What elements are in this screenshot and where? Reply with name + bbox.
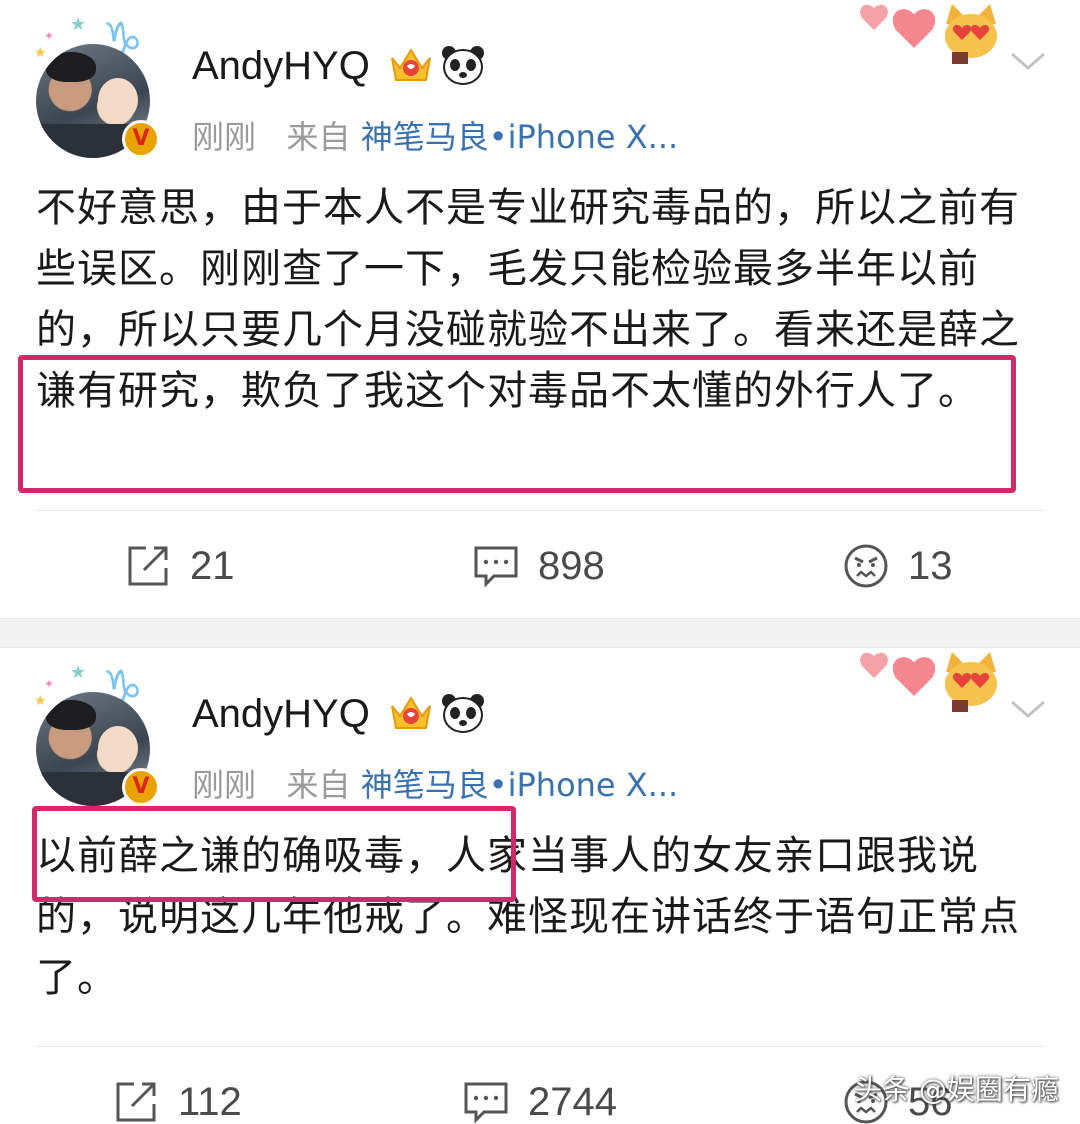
chevron-down-icon[interactable] [1008, 694, 1048, 724]
post-time: 刚刚 [192, 766, 257, 804]
divider [36, 1046, 1044, 1047]
chevron-down-icon[interactable] [1008, 46, 1048, 76]
avatar[interactable]: ★ ★ ✦ ♑ V [30, 660, 160, 806]
panda-badge-icon[interactable] [440, 44, 486, 86]
star-icon: ★ [70, 14, 87, 35]
repost-count: 21 [190, 543, 235, 588]
comment-button[interactable]: 898 [472, 536, 605, 596]
post-meta: 刚刚 来自 神笔马良•iPhone X... [192, 760, 678, 806]
username[interactable]: AndyHYQ [192, 44, 370, 89]
weibo-post: ★ ★ ✦ ♑ V AndyHYQ 刚刚 来自 神笔马良•iPhone X... [0, 0, 1080, 618]
comment-button[interactable]: 2744 [462, 1072, 617, 1124]
divider [36, 510, 1044, 511]
from-label: 来自 [286, 766, 351, 804]
repost-icon [128, 546, 168, 586]
watermark: 头条 @娱圈有瘾 [854, 1073, 1059, 1106]
username[interactable]: AndyHYQ [192, 692, 370, 737]
comment-count: 2744 [528, 1079, 617, 1124]
comment-icon [464, 1082, 508, 1124]
post-time: 刚刚 [192, 118, 257, 156]
highlight-box [18, 355, 1016, 493]
verified-badge-icon: V [122, 768, 160, 806]
hearts-icon [860, 652, 936, 696]
crown-badge-icon[interactable] [388, 692, 434, 734]
repost-icon [116, 1082, 156, 1122]
cat-emoji-icon [945, 652, 997, 712]
highlight-box [32, 806, 516, 902]
repost-button[interactable]: 112 [112, 1072, 242, 1124]
star-icon: ★ [34, 45, 47, 61]
weibo-post: ★ ★ ✦ ♑ V AndyHYQ 刚刚 来自 神笔马良•iPhone X... [0, 648, 1080, 1124]
star-icon: ✦ [44, 677, 55, 691]
crown-badge-icon[interactable] [388, 44, 434, 86]
like-button[interactable]: 13 [842, 536, 953, 596]
avatar[interactable]: ★ ★ ✦ ♑ V [30, 12, 160, 158]
hearts-icon [860, 4, 936, 48]
comment-count: 898 [538, 543, 605, 588]
star-icon: ★ [34, 693, 47, 709]
weibo-feed: ★ ★ ✦ ♑ V AndyHYQ 刚刚 来自 神笔马良•iPhone X... [0, 0, 1080, 1124]
cat-emoji-icon [945, 4, 997, 64]
angry-face-icon [844, 544, 888, 588]
verified-badge-icon: V [122, 120, 160, 158]
comment-icon [474, 546, 518, 588]
panda-badge-icon[interactable] [440, 692, 486, 734]
star-icon: ✦ [44, 29, 55, 43]
repost-count: 112 [178, 1079, 242, 1124]
star-icon: ★ [70, 662, 87, 683]
post-source-link[interactable]: 神笔马良•iPhone X... [361, 118, 679, 156]
post-meta: 刚刚 来自 神笔马良•iPhone X... [192, 112, 678, 158]
repost-button[interactable]: 21 [124, 536, 235, 596]
from-label: 来自 [286, 118, 351, 156]
like-count: 13 [908, 543, 953, 588]
post-separator [0, 618, 1080, 648]
post-source-link[interactable]: 神笔马良•iPhone X... [361, 766, 679, 804]
